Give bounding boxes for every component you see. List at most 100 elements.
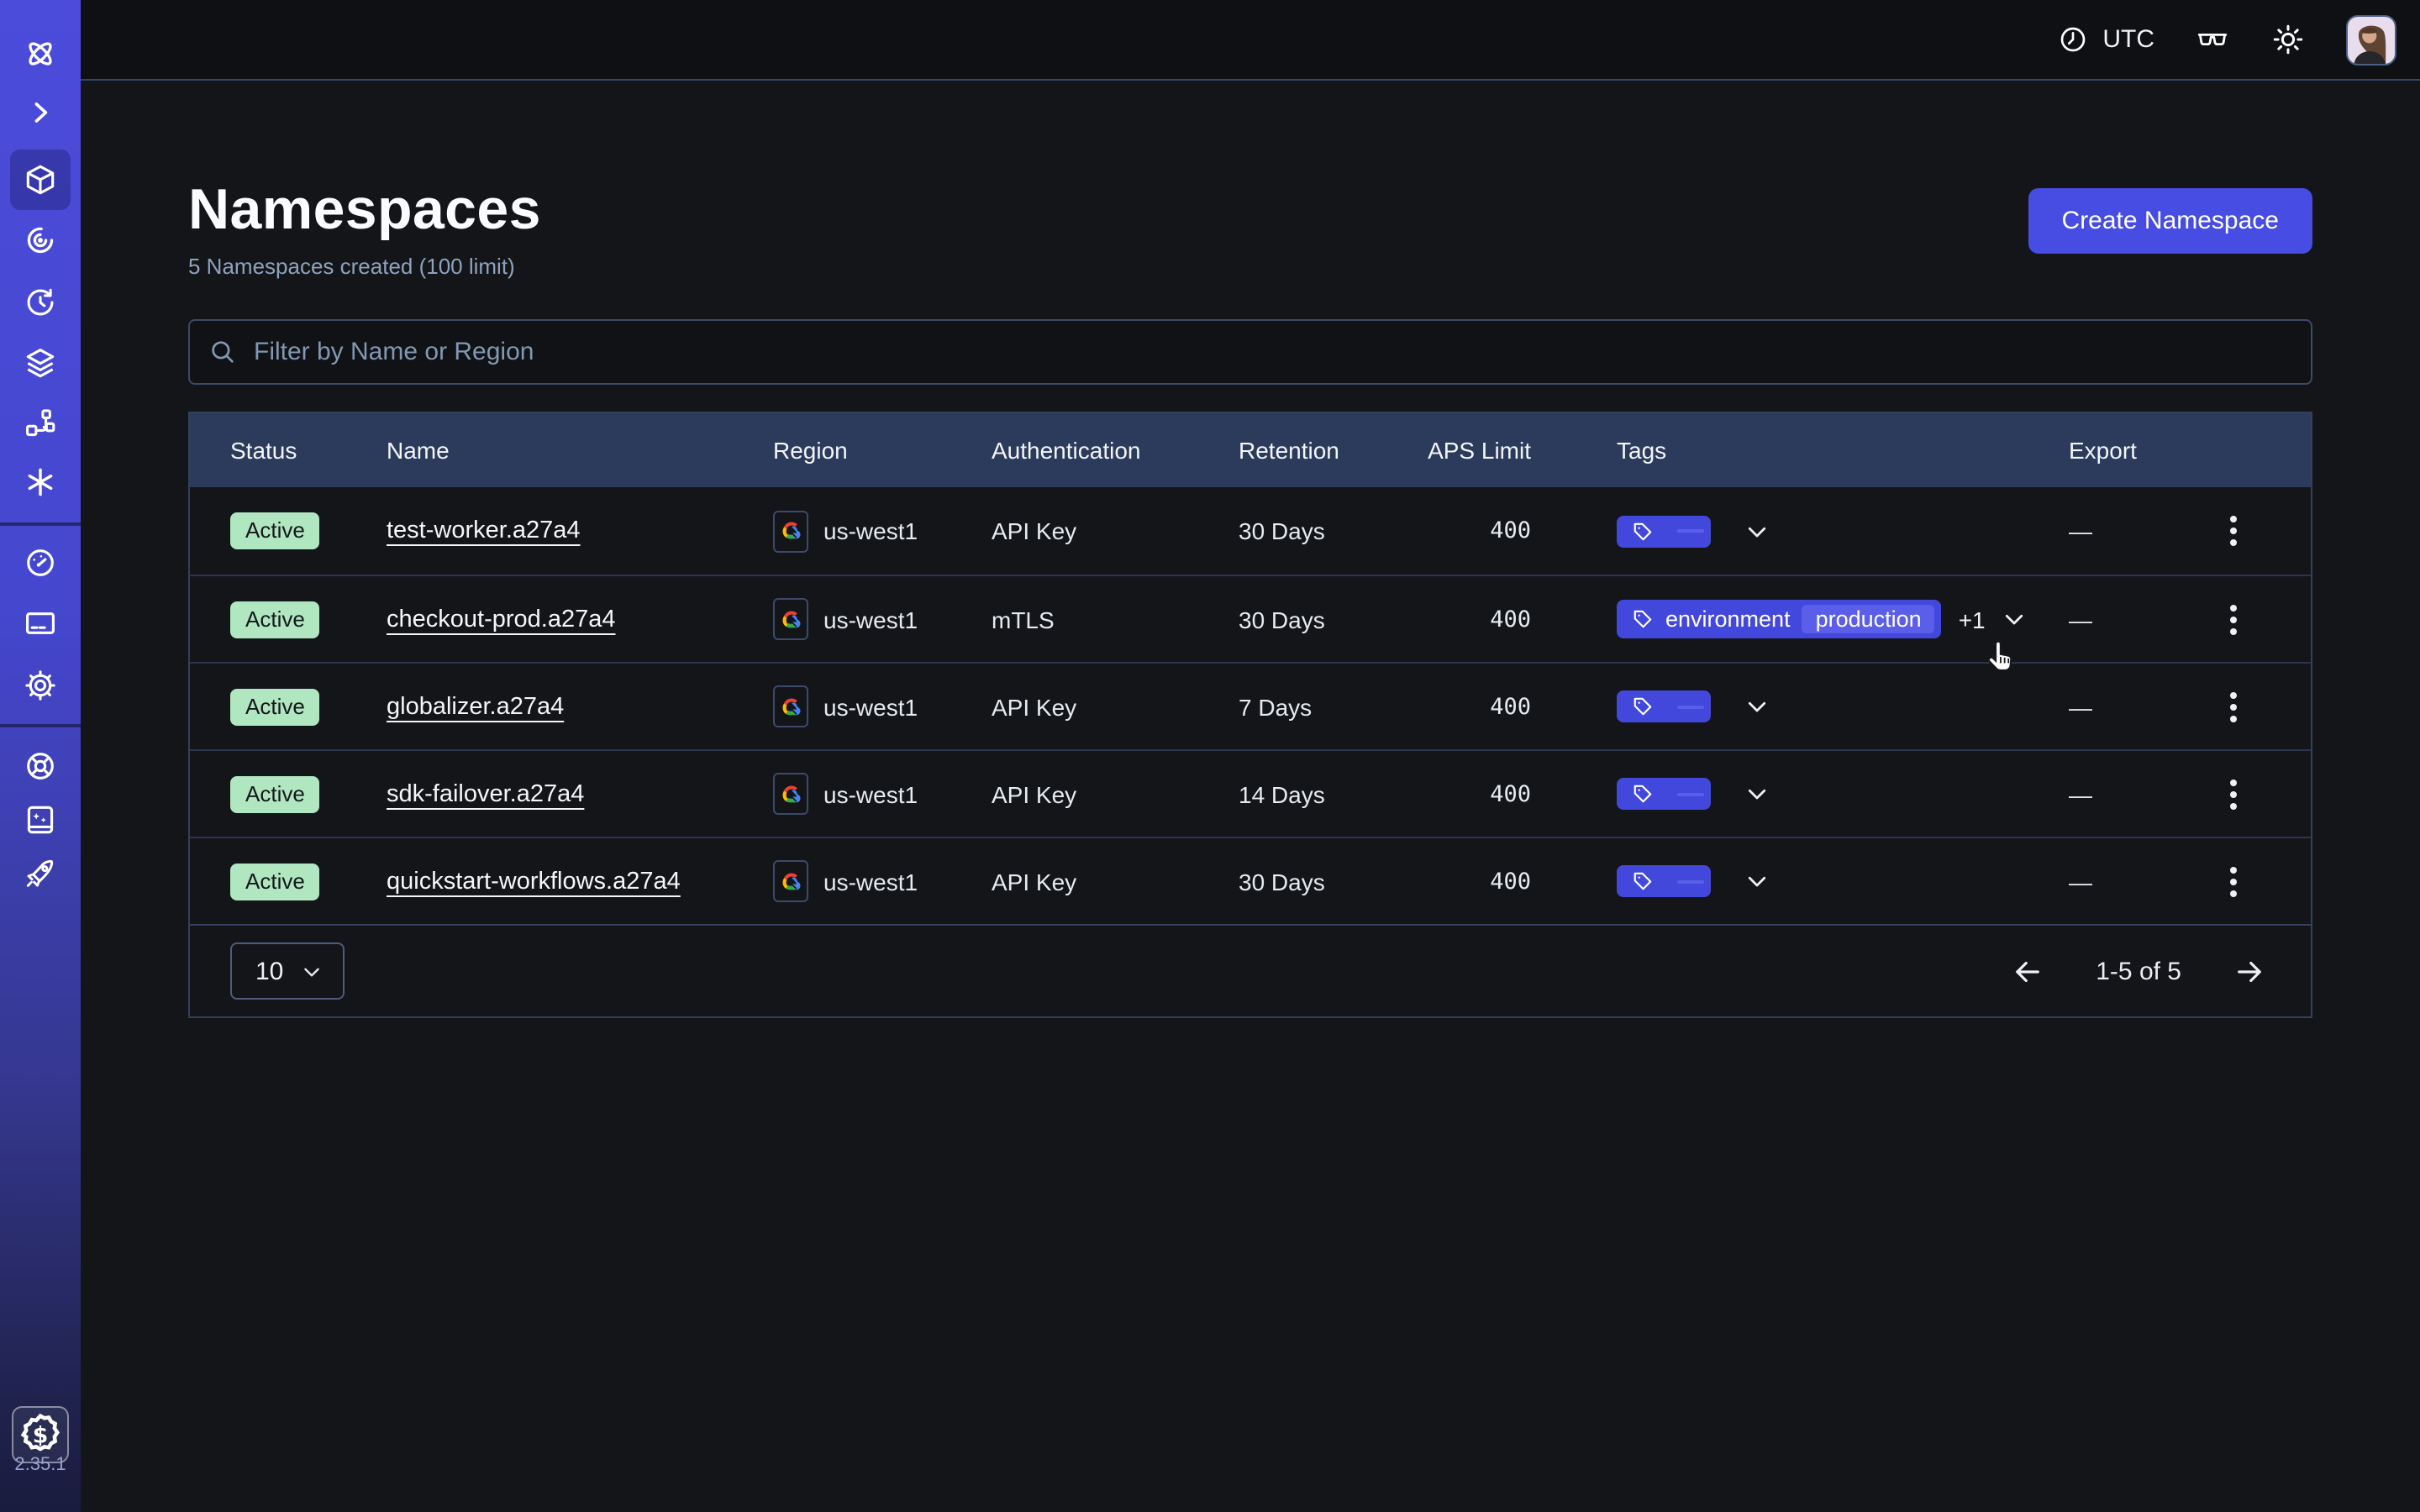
main-content: Namespaces 5 Namespaces created (100 lim… [81,81,2420,1512]
table-row: Active sdk-failover.a27a4 us-west1 API K… [190,749,2311,837]
timezone-selector[interactable]: UTC [2057,24,2154,55]
tags-expand-button[interactable] [1744,518,1770,543]
tags-expand-button[interactable] [2002,606,2028,632]
sidebar-item-nexus[interactable] [10,452,71,512]
tag-group [1617,778,1770,810]
tag-pill[interactable] [1617,778,1711,810]
column-header-export: Export [2028,437,2156,464]
row-actions-menu-button[interactable] [2220,681,2247,732]
row-actions-menu-button[interactable] [2220,506,2247,556]
retention-cell: 7 Days [1198,693,1390,720]
tag-icon [1632,696,1654,717]
topbar: UTC [81,0,2420,81]
settings-gear-icon [22,667,59,704]
aps-limit-cell: 400 [1390,693,1576,720]
namespace-link[interactable]: test-worker.a27a4 [387,517,581,544]
auth-cell: API Key [951,693,1198,720]
gcp-provider-icon [773,860,808,902]
tag-pill[interactable] [1617,865,1711,897]
deployments-layers-icon [22,344,59,381]
tag-value [1677,792,1704,795]
table-row: Active test-worker.a27a4 us-west1 API Ke… [190,487,2311,575]
sidebar-item-support[interactable] [10,736,71,796]
batch-operations-graph-icon [22,405,59,442]
temporal-logo-icon[interactable] [10,24,71,84]
tag-value: production [1802,605,1935,633]
tag-more-count: +1 [1959,606,1986,633]
namespaces-table: Status Name Region Authentication Retent… [188,412,2312,1018]
sidebar-item-settings[interactable] [10,655,71,716]
sidebar-divider [0,522,81,526]
sidebar-expand-chevron-icon[interactable] [10,82,71,143]
auth-cell: API Key [951,868,1198,895]
app-version: 2.35.1 [0,1455,81,1475]
region-label: us-west1 [823,606,918,633]
filter-input[interactable] [188,319,2312,385]
tag-icon [1632,520,1654,542]
price-badge-icon: $ [13,1408,67,1462]
next-page-button[interactable] [2232,953,2267,989]
tag-icon [1632,870,1654,892]
column-header-authentication: Authentication [951,437,1198,464]
sidebar-item-billing[interactable] [10,593,71,654]
sidebar-item-usage[interactable] [10,533,71,593]
sidebar-item-workflows[interactable] [10,210,71,270]
labs-toggle[interactable] [2195,22,2230,57]
aps-limit-cell: 400 [1390,517,1576,544]
status-badge: Active [230,863,320,900]
table-header-row: Status Name Region Authentication Retent… [190,413,2311,487]
tag-pill[interactable]: environment production [1617,600,1942,638]
aps-limit-cell: 400 [1390,606,1576,633]
namespace-link[interactable]: sdk-failover.a27a4 [387,780,584,807]
theme-toggle[interactable] [2270,22,2306,57]
arrow-left-icon [2010,953,2045,989]
aps-limit-cell: 400 [1390,868,1576,895]
region-label: us-west1 [823,780,918,807]
row-actions-menu-button[interactable] [2220,594,2247,644]
chevron-down-icon [1744,694,1770,719]
sidebar-item-schedules[interactable] [10,272,71,333]
namespace-count-subtitle: 5 Namespaces created (100 limit) [188,254,541,279]
previous-page-button[interactable] [2010,953,2045,989]
glasses-icon [2195,22,2230,57]
row-actions-menu-button[interactable] [2220,856,2247,906]
sidebar-item-deployments[interactable] [10,333,71,393]
sidebar-item-quickstart[interactable] [10,843,71,904]
page-title: Namespaces [188,178,541,244]
workflows-spiral-icon [22,222,59,259]
retention-cell: 30 Days [1198,517,1390,544]
status-badge: Active [230,775,320,812]
export-cell: — [2069,606,2092,633]
export-cell: — [2069,693,2092,720]
namespace-link[interactable]: checkout-prod.a27a4 [387,606,616,633]
chevron-down-icon [1744,781,1770,806]
app-root: $ 2.35.1 UTC [0,0,2420,1512]
user-avatar[interactable] [2346,14,2396,65]
retention-cell: 30 Days [1198,606,1390,633]
row-actions-menu-button[interactable] [2220,769,2247,819]
sidebar-item-batch-operations[interactable] [10,393,71,454]
sidebar-item-namespaces[interactable] [10,150,71,210]
tag-pill[interactable] [1617,515,1711,547]
tags-expand-button[interactable] [1744,694,1770,719]
namespace-link[interactable]: quickstart-workflows.a27a4 [387,868,681,895]
tag-group [1617,515,1770,547]
tag-value [1677,705,1704,708]
status-badge: Active [230,601,320,638]
namespaces-cube-icon [22,161,59,198]
billing-card-icon [22,605,59,642]
tags-expand-button[interactable] [1744,869,1770,894]
tag-pill[interactable] [1617,690,1711,722]
page-size-select[interactable]: 10 [230,942,344,1000]
table-row: Active globalizer.a27a4 us-west1 API Key… [190,662,2311,749]
region-label: us-west1 [823,868,918,895]
page-size-value: 10 [255,957,283,985]
sidebar-item-getting-started[interactable] [10,790,71,850]
status-badge: Active [230,512,320,549]
column-header-name: Name [346,437,733,464]
namespace-link[interactable]: globalizer.a27a4 [387,693,564,720]
gcp-provider-icon [773,685,808,727]
tags-expand-button[interactable] [1744,781,1770,806]
create-namespace-button[interactable]: Create Namespace [2028,188,2312,254]
chevron-down-icon [1744,518,1770,543]
